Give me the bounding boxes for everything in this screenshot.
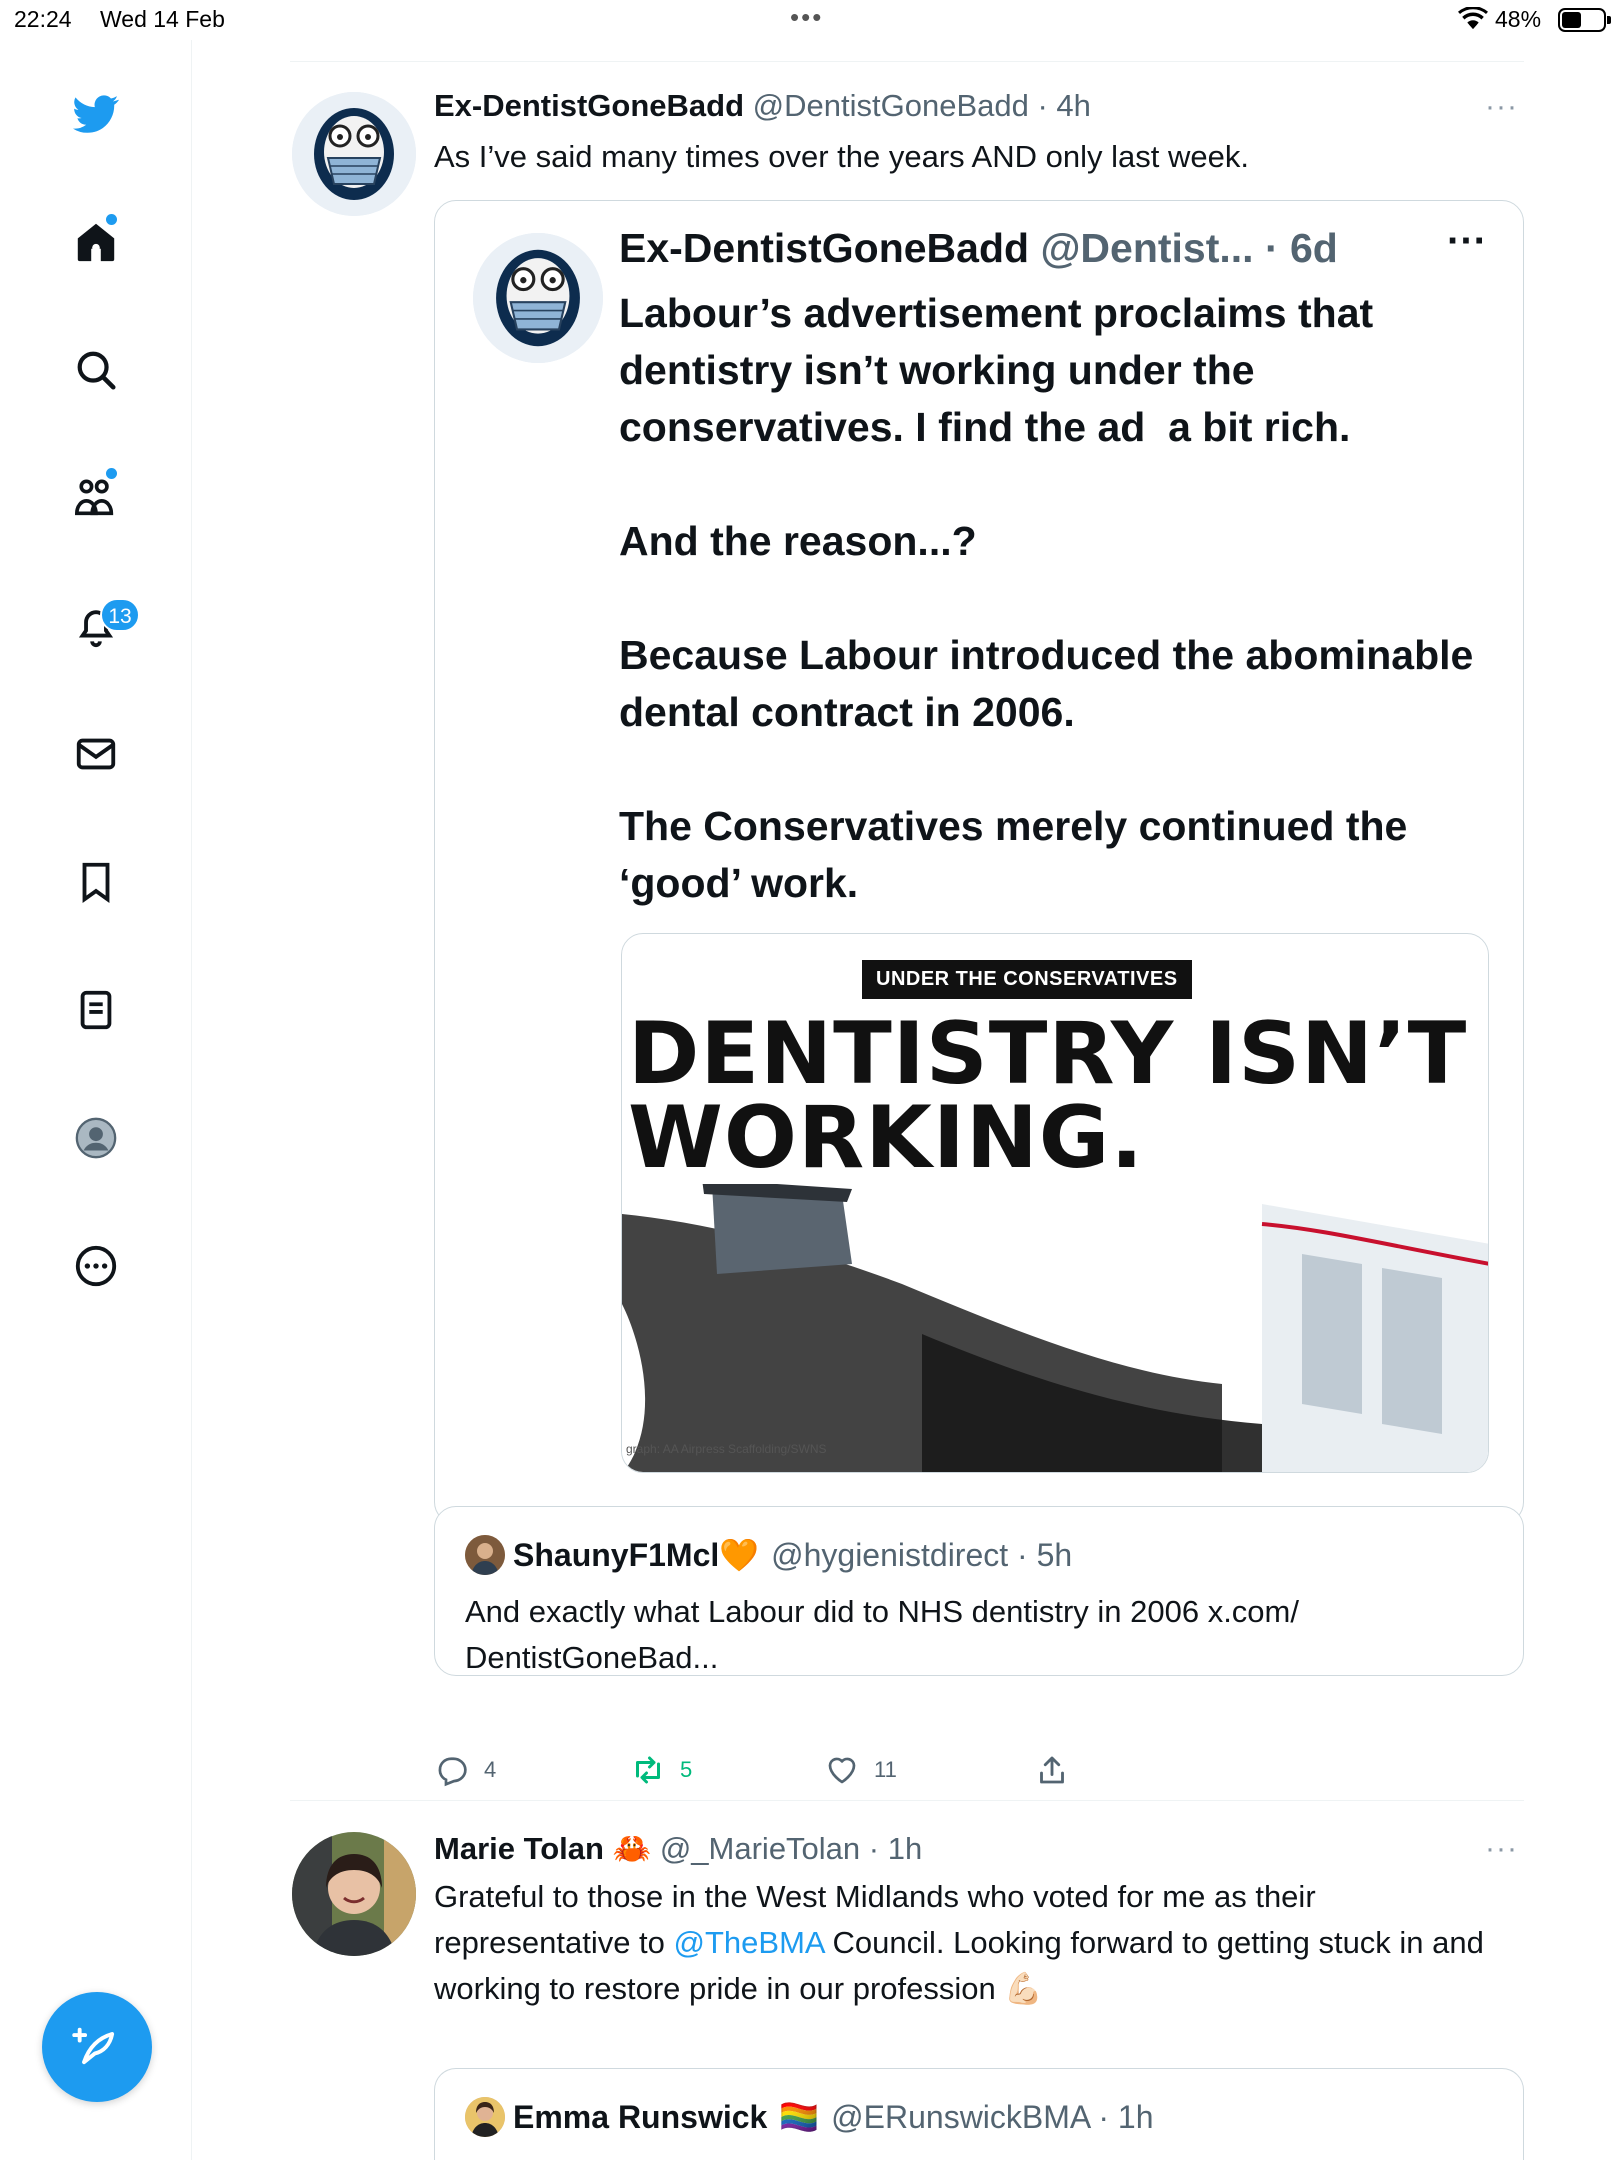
quoted-tweet-card[interactable]: Emma Runswick 🏳️‍🌈 @ERunswickBMA · 1h Ma… xyxy=(434,2068,1524,2160)
tweet-text: As I’ve said many times over the years A… xyxy=(434,139,1249,174)
avatar[interactable] xyxy=(292,92,416,216)
reply-button[interactable]: 4 xyxy=(434,1752,496,1788)
quoted-reply-handle-time[interactable]: @hygienistdirect · 5h xyxy=(771,1537,1072,1574)
notifications-count-badge: 13 xyxy=(100,598,140,632)
status-date: Wed 14 Feb xyxy=(100,6,225,32)
reply-icon xyxy=(438,1757,467,1787)
quoted-handle-time[interactable]: @Dentist... · 6d xyxy=(1040,225,1337,271)
quoted-tweet-text: Labour’s advertisement proclaims that de… xyxy=(619,290,1474,906)
tweet-header: Ex-DentistGoneBadd @DentistGoneBadd · 4h xyxy=(434,88,1091,124)
profile-avatar-icon[interactable] xyxy=(70,1112,122,1164)
media-photo-credit: graph: AA Airpress Scaffolding/SWNS xyxy=(626,1442,827,1456)
status-time: 22:24 xyxy=(14,6,72,32)
media-headline: DENTISTRY ISN’T WORKING. xyxy=(628,1004,1468,1188)
media-tag-text: UNDER THE CONSERVATIVES xyxy=(862,960,1192,999)
quoted-author-name[interactable]: Ex-DentistGoneBadd xyxy=(619,225,1029,271)
mail-icon[interactable] xyxy=(70,728,122,780)
retweet-icon xyxy=(636,1756,660,1784)
sidebar-nav: 13 xyxy=(0,40,192,2160)
bookmark-icon[interactable] xyxy=(70,856,122,908)
tweet-header: Marie Tolan 🦀 @_MarieTolan · 1h xyxy=(434,1830,922,1867)
battery-icon xyxy=(1558,8,1611,32)
quoted-media-image[interactable]: UNDER THE CONSERVATIVES DENTISTRY ISN’T … xyxy=(621,933,1489,1473)
lists-icon[interactable] xyxy=(70,984,122,1036)
like-count: 11 xyxy=(874,1757,897,1782)
quoted-header: Ex-DentistGoneBadd @Dentist... · 6d xyxy=(619,225,1338,272)
more-options-icon[interactable]: ··· xyxy=(1485,1832,1518,1866)
quoted-reply-avatar[interactable] xyxy=(465,1535,505,1575)
home-notification-dot xyxy=(106,214,117,225)
compose-feather-icon xyxy=(72,2027,115,2065)
quoted-tweet-text: Massive congratulations to @_MarieTolan … xyxy=(465,2151,1465,2160)
quoted-author-name[interactable]: Emma Runswick xyxy=(513,2099,767,2136)
communities-icon[interactable] xyxy=(70,472,122,524)
share-button[interactable] xyxy=(1034,1752,1084,1788)
quoted-reply-text: And exactly what Labour did to NHS denti… xyxy=(465,1594,1299,1675)
more-circle-icon[interactable] xyxy=(70,1240,122,1292)
quoted-handle-time[interactable]: @ERunswickBMA · 1h xyxy=(831,2099,1153,2136)
share-icon xyxy=(1040,1756,1064,1784)
quoted-reply-header: ShaunyF1Mcl🧡 @hygienistdirect · 5h xyxy=(465,1535,1072,1575)
author-name[interactable]: Ex-DentistGoneBadd xyxy=(434,88,744,123)
retweet-button[interactable]: 5 xyxy=(630,1752,692,1788)
author-handle-time[interactable]: @DentistGoneBadd · 4h xyxy=(753,88,1091,123)
status-bar: 22:24 Wed 14 Feb ••• 48% xyxy=(0,0,1620,40)
wifi-icon xyxy=(1458,6,1488,37)
communities-notification-dot xyxy=(106,468,117,479)
avatar[interactable] xyxy=(292,1832,416,1956)
search-icon[interactable] xyxy=(70,344,122,396)
rainbow-flag-emoji-icon: 🏳️‍🌈 xyxy=(779,2099,820,2135)
like-button[interactable]: 11 xyxy=(824,1752,897,1788)
tweet-divider xyxy=(290,1800,1524,1801)
compose-tweet-button[interactable] xyxy=(42,1992,152,2102)
author-handle-time[interactable]: @_MarieTolan · 1h xyxy=(660,1831,922,1866)
retweet-count: 5 xyxy=(680,1757,693,1782)
multitasking-dots-icon[interactable]: ••• xyxy=(790,2,823,33)
author-name[interactable]: Marie Tolan xyxy=(434,1831,604,1866)
more-options-icon[interactable]: ··· xyxy=(1485,90,1518,124)
mention-link[interactable]: @TheBMA xyxy=(674,1925,824,1960)
quoted-reply-author-name[interactable]: ShaunyF1Mcl🧡 xyxy=(513,1536,759,1574)
feed-top-divider xyxy=(290,61,1524,62)
quoted-reply-card[interactable]: ShaunyF1Mcl🧡 @hygienistdirect · 5h And e… xyxy=(434,1506,1524,1676)
quoted-header: Emma Runswick 🏳️‍🌈 @ERunswickBMA · 1h xyxy=(465,2097,1154,2137)
queue-photo-graphic xyxy=(622,1184,1488,1472)
quoted-avatar[interactable] xyxy=(473,233,603,363)
twitter-logo-icon[interactable] xyxy=(70,88,122,140)
crab-emoji-icon: 🦀 xyxy=(612,1831,652,1866)
heart-icon xyxy=(828,1757,856,1784)
tweet-text: Grateful to those in the West Midlands w… xyxy=(434,1874,1494,2012)
tweet-actions: 4 5 11 xyxy=(434,1752,1434,1792)
battery-percent: 48% xyxy=(1495,6,1542,32)
quoted-avatar[interactable] xyxy=(465,2097,505,2137)
quoted-tweet-card[interactable]: Ex-DentistGoneBadd @Dentist... · 6d ··· … xyxy=(434,200,1524,1524)
quoted-more-options-icon[interactable]: ··· xyxy=(1447,219,1487,264)
reply-count: 4 xyxy=(484,1757,497,1782)
